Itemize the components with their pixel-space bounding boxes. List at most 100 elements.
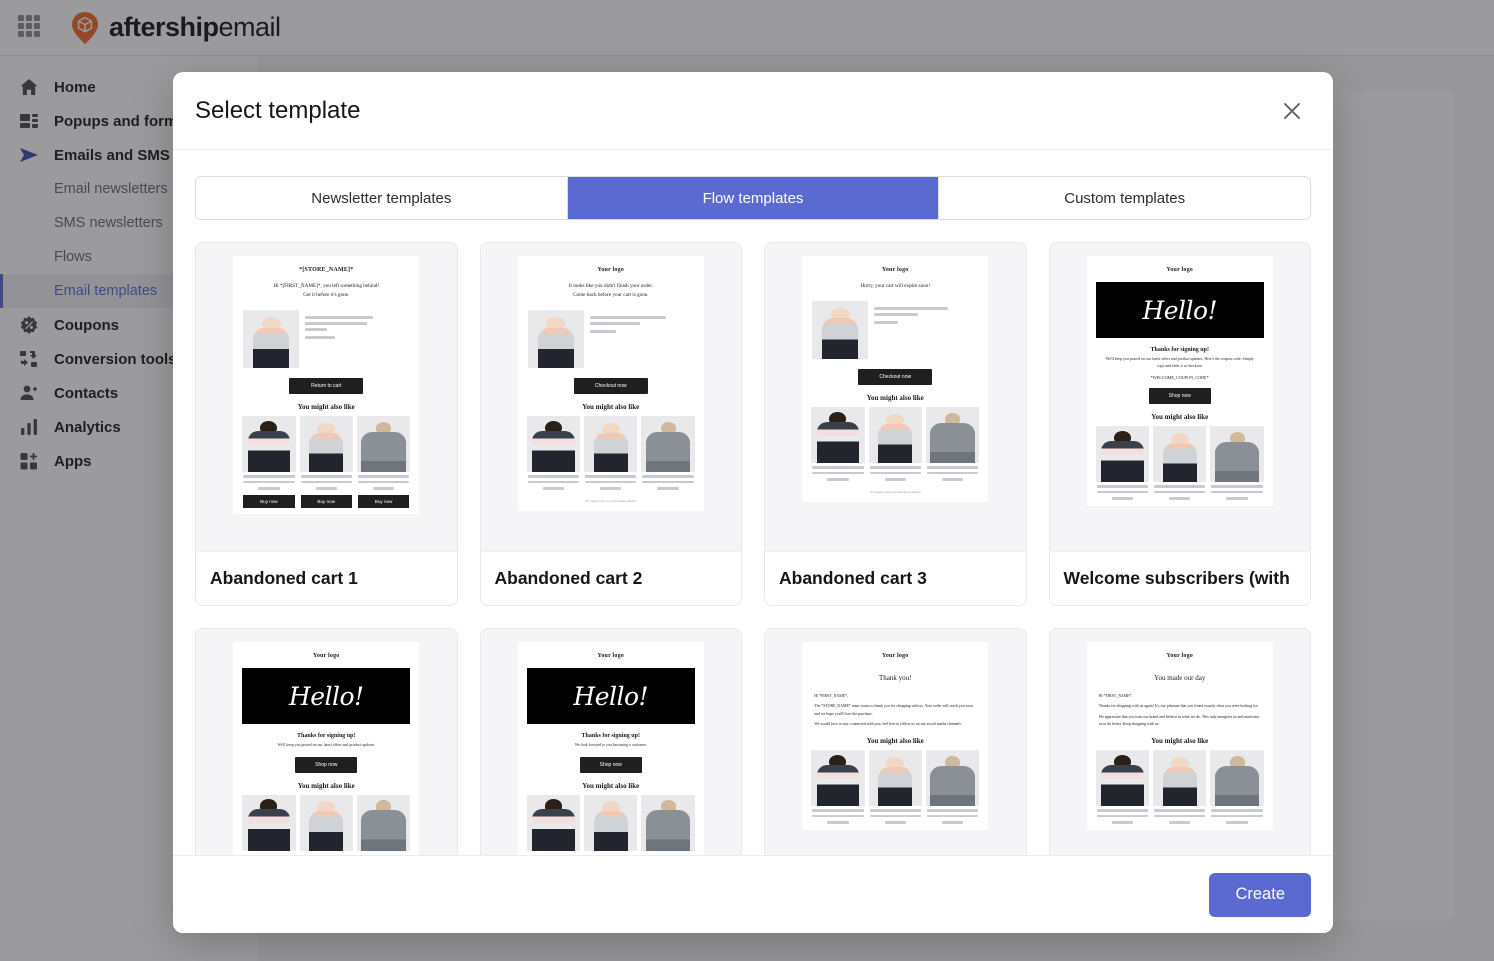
template-card[interactable]: Your logo Hello! Thanks for signing up! … (479, 628, 742, 855)
preview-logo: Your logo (881, 267, 909, 273)
preview-subtext: We look forward to you becoming a custom… (574, 743, 647, 747)
close-icon[interactable] (1273, 92, 1311, 130)
preview-subtext: We'll keep you posted on our latest offe… (277, 743, 376, 747)
template-preview: *[STORE_NAME]* Hi *[FIRST_NAME]*, you le… (196, 243, 457, 551)
template-title: Welcome subscribers (with (1049, 551, 1310, 605)
product-meta (874, 301, 949, 327)
template-preview: Your logo Hello! Thanks for signing up! … (196, 629, 457, 855)
product-tile (1095, 750, 1150, 824)
preview-ymal: You might also like (297, 781, 355, 790)
template-card[interactable]: Your logo It looks like you didn't finis… (479, 242, 742, 606)
product-tile (811, 407, 865, 481)
product-tile: Buy now (299, 416, 353, 508)
product-tile (526, 416, 581, 490)
template-card[interactable]: Your logo You made our day Hi *FIRST_NAM… (1048, 628, 1311, 855)
preview-logo: Your logo (1166, 653, 1194, 659)
preview-cta: Checkout now (573, 378, 648, 395)
product-tile (868, 750, 922, 824)
hero-text: Hello! (288, 681, 364, 711)
hero-text: Hello! (573, 681, 649, 711)
product-tile (1210, 426, 1264, 501)
product-tile (1095, 426, 1150, 501)
preview-products (802, 750, 988, 824)
product-meta (305, 310, 374, 342)
template-type-tabs: Newsletter templates Flow templates Cust… (195, 176, 1311, 220)
product-tile (1153, 426, 1207, 501)
template-card[interactable]: Your logo Hello! Thanks for signing up! … (195, 628, 458, 855)
preview-hero: Hello! (242, 668, 411, 724)
preview-logo: Your logo (597, 653, 625, 659)
preview-ymal: You might also like (866, 394, 924, 403)
product-tile (868, 407, 922, 481)
product-meta (589, 310, 666, 336)
preview-cart-item (802, 297, 988, 361)
preview-headline: Hurry, your cart will expire soon! (860, 283, 931, 289)
create-button[interactable]: Create (1209, 872, 1311, 917)
product-tile (641, 794, 695, 851)
product-photo (243, 310, 300, 369)
product-tile (242, 794, 296, 851)
template-card[interactable]: Your logo Hurry, your cart will expire s… (764, 242, 1027, 606)
preview-ymal: You might also like (297, 403, 355, 412)
template-card[interactable]: Your logo Hello! Thanks for signing up! … (1048, 242, 1311, 606)
preview-cart-item (233, 306, 419, 370)
template-preview: Your logo Hello! Thanks for signing up! … (1049, 243, 1310, 551)
preview-coupon-code: *WELCOME_COUPON_CODE* (1150, 375, 1209, 381)
preview-paragraph: We would love to stay connected with you… (814, 721, 962, 726)
product-tile (299, 794, 353, 851)
preview-headline: You made our day (1154, 674, 1206, 682)
template-title: Abandoned cart 2 (480, 551, 741, 605)
tab-flow-templates[interactable]: Flow templates (567, 177, 940, 219)
product-tile (811, 750, 865, 824)
preview-paragraph: The *STORE_NAME* team wants to thank you… (814, 704, 974, 716)
preview-cta: Shop now (1148, 388, 1211, 405)
preview-cta: Checkout now (858, 369, 933, 386)
preview-headline: It looks like you didn't finish your ord… (568, 283, 653, 299)
preview-cta: Return to cart (289, 378, 364, 395)
preview-products: Buy now Buy now Buy now (233, 416, 419, 508)
preview-subtext: We'll keep you posted on our latest offe… (1105, 357, 1254, 368)
product-tile (925, 750, 980, 824)
preview-logo: Your logo (881, 653, 909, 659)
modal-header: Select template (173, 72, 1333, 150)
preview-ymal: You might also like (1151, 413, 1209, 422)
preview-logo: Your logo (312, 653, 340, 659)
product-tile (925, 407, 980, 481)
product-photo (812, 301, 869, 360)
template-card[interactable]: *[STORE_NAME]* Hi *[FIRST_NAME]*, you le… (195, 242, 458, 606)
template-card[interactable]: Your logo Thank you! Hi *FIRST_NAME*, Th… (764, 628, 1027, 855)
tab-custom-templates[interactable]: Custom templates (939, 177, 1310, 219)
product-tile (1210, 750, 1264, 824)
tab-newsletter-templates[interactable]: Newsletter templates (196, 177, 568, 219)
preview-ymal: You might also like (582, 403, 640, 412)
preview-ymal: You might also like (866, 737, 924, 746)
preview-paragraph: Thanks for shopping with us again! It's … (1098, 704, 1259, 709)
template-preview: Your logo It looks like you didn't finis… (480, 243, 741, 551)
preview-subtitle: Thanks for signing up! (581, 733, 640, 739)
preview-ymal: You might also like (582, 781, 640, 790)
product-tile (584, 794, 638, 851)
product-tile (584, 416, 638, 490)
preview-hero: Hello! (1095, 282, 1264, 338)
preview-logo: *[STORE_NAME]* (299, 267, 354, 273)
template-preview: Your logo Hurry, your cart will expire s… (765, 243, 1026, 551)
template-title: Abandoned cart 1 (196, 551, 457, 605)
preview-cta: Shop now (295, 756, 358, 773)
preview-footer: No longer want to receive these emails? (869, 489, 921, 494)
preview-products (518, 416, 704, 490)
hero-text: Hello! (1142, 295, 1218, 325)
preview-products (802, 407, 988, 481)
preview-logo: Your logo (1166, 267, 1194, 273)
template-preview: Your logo You made our day Hi *FIRST_NAM… (1049, 629, 1310, 855)
preview-headline: Thank you! (879, 674, 912, 682)
product-tile (526, 794, 581, 851)
select-template-modal: Select template Newsletter templates Flo… (173, 72, 1333, 933)
preview-footer: No longer want to receive these emails? (585, 498, 637, 503)
preview-products (1087, 426, 1273, 501)
product-tile (1153, 750, 1207, 824)
modal-body: Newsletter templates Flow templates Cust… (173, 150, 1333, 855)
preview-headline: Hi *[FIRST_NAME]*, you left something be… (273, 283, 380, 299)
product-tile: Buy now (356, 416, 411, 508)
preview-subtitle: Thanks for signing up! (297, 733, 356, 739)
preview-products (233, 794, 419, 851)
